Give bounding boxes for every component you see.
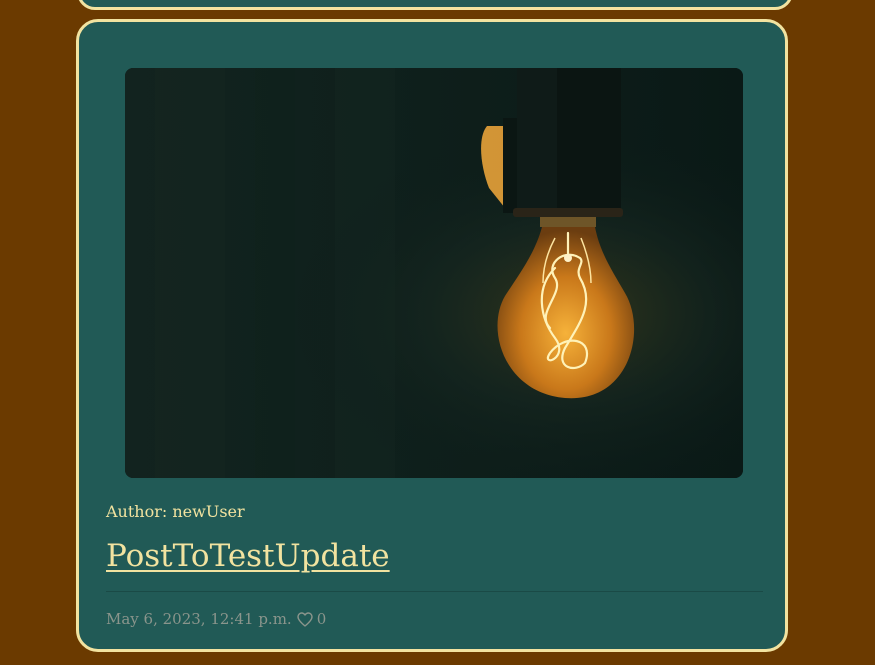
divider [106, 591, 763, 592]
light-bulb-image [125, 68, 743, 478]
post-card: Author: newUser PostToTestUpdate May 6, … [76, 19, 788, 652]
author-label: Author: [106, 502, 168, 521]
heart-outline-icon [297, 611, 313, 627]
post-author: Author: newUser [106, 502, 245, 521]
post-title-link[interactable]: PostToTestUpdate [106, 538, 390, 574]
like-button[interactable]: 0 [297, 610, 327, 628]
post-meta: May 6, 2023, 12:41 p.m. 0 [106, 610, 326, 628]
previous-post-card [77, 0, 793, 10]
author-name: newUser [172, 502, 245, 521]
post-image[interactable] [125, 68, 743, 478]
like-count: 0 [316, 610, 327, 628]
post-date: May 6, 2023, 12:41 p.m. [106, 610, 292, 628]
